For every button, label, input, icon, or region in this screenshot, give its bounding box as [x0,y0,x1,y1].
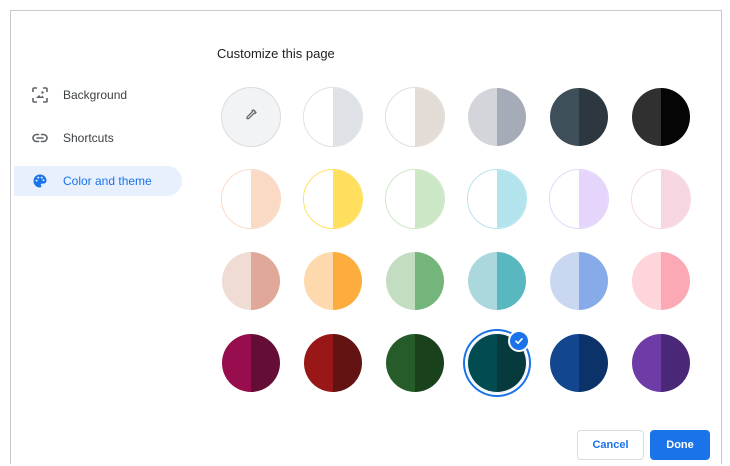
done-button[interactable]: Done [650,430,710,460]
theme-swatch[interactable] [467,330,530,393]
theme-swatch[interactable] [221,169,281,229]
theme-swatch[interactable] [303,87,363,147]
theme-swatch[interactable] [631,333,691,393]
sidebar-item-label: Background [63,88,128,102]
checkmark-icon [508,330,530,352]
theme-swatch[interactable] [549,87,609,147]
theme-grid [221,87,691,393]
theme-swatch[interactable] [221,333,281,393]
custom-color-button[interactable] [221,87,281,147]
theme-swatch[interactable] [385,87,445,147]
theme-swatch[interactable] [549,251,609,311]
theme-swatch[interactable] [303,333,363,393]
dialog-title: Customize this page [217,46,335,61]
sidebar-item-label: Shortcuts [63,131,114,145]
sidebar-item-shortcuts[interactable]: Shortcuts [14,123,182,153]
theme-swatch[interactable] [549,169,609,229]
theme-swatch[interactable] [385,333,445,393]
theme-swatch[interactable] [631,169,691,229]
theme-swatch[interactable] [385,251,445,311]
sidebar-item-background[interactable]: Background [14,80,182,110]
link-icon [32,130,48,146]
theme-swatch[interactable] [221,251,281,311]
eyedropper-icon [244,108,258,127]
theme-swatch[interactable] [631,87,691,147]
theme-swatch[interactable] [467,169,527,229]
palette-icon [32,173,48,189]
theme-swatch[interactable] [385,169,445,229]
theme-swatch[interactable] [467,251,527,311]
theme-swatch[interactable] [303,169,363,229]
theme-swatch[interactable] [303,251,363,311]
sidebar-nav: Background Shortcuts Color and theme [14,80,182,209]
background-image-icon [32,87,48,103]
cancel-button[interactable]: Cancel [577,430,644,460]
sidebar-item-label: Color and theme [63,174,152,188]
theme-swatch[interactable] [467,87,527,147]
theme-swatch[interactable] [631,251,691,311]
sidebar-item-color-and-theme[interactable]: Color and theme [14,166,182,196]
theme-swatch[interactable] [549,333,609,393]
